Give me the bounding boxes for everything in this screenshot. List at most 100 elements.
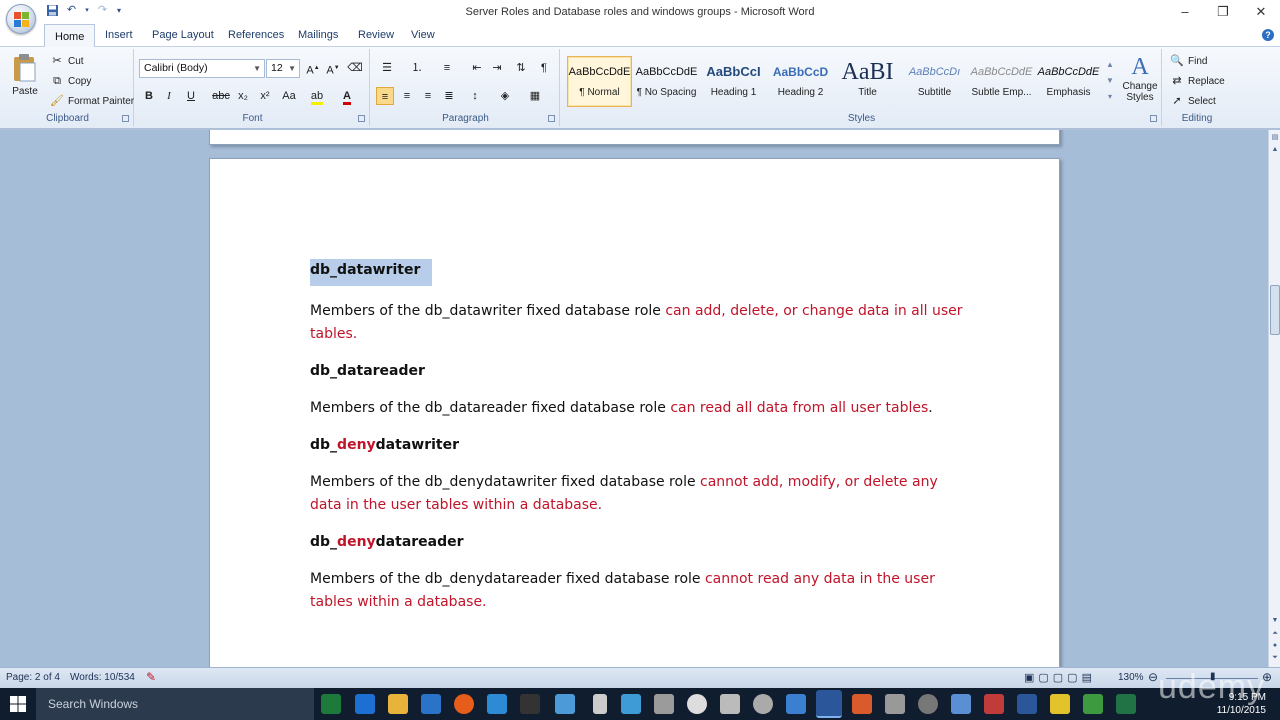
change-case-icon[interactable]: Aa [278, 87, 300, 105]
replace-button[interactable]: ⇄ Replace [1170, 74, 1224, 88]
style-normal[interactable]: AaBbCcDdE ¶ Normal [567, 56, 632, 107]
show-formatting-icon[interactable]: ¶ [535, 59, 553, 77]
tab-references[interactable]: References [228, 29, 284, 41]
heading-db-denydatawriter[interactable]: db_denydatawriter [310, 434, 970, 457]
outlook-icon[interactable] [487, 694, 507, 714]
style-title[interactable]: AaBI Title [835, 56, 900, 107]
scroll-down-icon[interactable]: ▼ [1270, 615, 1280, 626]
paragraph[interactable]: Members of the db_denydatareader fixed d… [310, 568, 970, 614]
style-no-spacing[interactable]: AaBbCcDdE ¶ No Spacing [634, 56, 699, 107]
tab-insert[interactable]: Insert [105, 29, 133, 41]
app-icon[interactable] [1083, 694, 1103, 714]
previous-page-icon[interactable]: ⏶ [1270, 628, 1280, 639]
app-icon[interactable] [786, 694, 806, 714]
paragraph[interactable]: Members of the db_datareader fixed datab… [310, 397, 970, 420]
paragraph[interactable]: Members of the db_denydatawriter fixed d… [310, 471, 970, 517]
bold-icon[interactable]: B [140, 87, 158, 105]
app-icon[interactable] [654, 694, 674, 714]
font-name-combo[interactable]: Calibri (Body) ▼ [139, 59, 265, 78]
select-button[interactable]: ➚ Select [1170, 94, 1215, 108]
app-icon[interactable] [951, 694, 971, 714]
app-icon[interactable] [621, 694, 641, 714]
borders-icon[interactable]: ▦ [526, 87, 544, 105]
change-styles-button[interactable]: A Change Styles [1120, 53, 1160, 103]
app-icon[interactable] [852, 694, 872, 714]
document-page[interactable]: db_datawriter Members of the db_datawrit… [209, 158, 1060, 667]
style-heading-2[interactable]: AaBbCcD Heading 2 [768, 56, 833, 107]
decrease-indent-icon[interactable]: ⇤ [468, 59, 486, 77]
view-buttons-icon[interactable]: ▣▢▢▢▤ [1024, 671, 1096, 684]
sort-icon[interactable]: ⇅ [512, 59, 530, 77]
styles-scroll-icon[interactable]: ▲ ▼ ▾ [1104, 57, 1116, 107]
tab-review[interactable]: Review [358, 29, 394, 41]
page-count[interactable]: Page: 2 of 4 [6, 672, 60, 683]
align-center-icon[interactable]: ≡ [398, 87, 416, 105]
start-button[interactable] [0, 688, 36, 720]
cut-button[interactable]: ✂ Cut [50, 54, 83, 68]
heading-db-datareader[interactable]: db_datareader [310, 360, 970, 383]
next-page-icon[interactable]: ⏷ [1270, 652, 1280, 663]
styles-launcher-icon[interactable] [1150, 115, 1157, 122]
highlight-icon[interactable]: ab [308, 87, 326, 105]
font-color-icon[interactable]: A [338, 87, 356, 105]
firefox-icon[interactable] [454, 694, 474, 714]
line-spacing-icon[interactable]: ↕ [466, 87, 484, 105]
font-size-combo[interactable]: 12 ▼ [266, 59, 300, 78]
camtasia-icon[interactable] [321, 694, 341, 714]
app-icon[interactable] [1017, 694, 1037, 714]
taskbar-search[interactable]: Search Windows [36, 688, 314, 720]
app-icon[interactable] [885, 694, 905, 714]
cmd-icon[interactable] [520, 694, 540, 714]
document-text[interactable]: db_datawriter Members of the db_datawrit… [310, 259, 970, 628]
shrink-font-icon[interactable]: A▼ [324, 59, 342, 77]
word-count[interactable]: Words: 10/534 [70, 672, 135, 683]
superscript-icon[interactable]: x² [256, 87, 274, 105]
file-explorer-icon[interactable] [388, 694, 408, 714]
ruler-icon[interactable]: ▤ [1270, 132, 1280, 143]
settings-icon[interactable] [753, 694, 773, 714]
store-icon[interactable] [421, 694, 441, 714]
heading-db-denydatareader[interactable]: db_denydatareader [310, 531, 970, 554]
style-emphasis[interactable]: AaBbCcDdE Emphasis [1036, 56, 1101, 107]
align-right-icon[interactable]: ≡ [419, 87, 437, 105]
find-button[interactable]: 🔍 Find [1170, 54, 1207, 68]
app-icon[interactable] [555, 694, 575, 714]
align-left-icon[interactable]: ≡ [376, 87, 394, 105]
office-button[interactable] [6, 4, 36, 34]
proofing-icon[interactable]: ✎ [146, 670, 156, 684]
restore-button[interactable]: ❐ [1204, 0, 1242, 24]
style-heading-1[interactable]: AaBbCcI Heading 1 [701, 56, 766, 107]
heading-db-datawriter[interactable]: db_datawriter [310, 259, 433, 286]
scroll-up-icon[interactable]: ▲ [1270, 144, 1280, 155]
shading-icon[interactable]: ◈ [496, 87, 514, 105]
paragraph-launcher-icon[interactable] [548, 115, 555, 122]
help-icon[interactable]: ? [1262, 29, 1274, 41]
excel-icon[interactable] [1116, 694, 1136, 714]
font-launcher-icon[interactable] [358, 115, 365, 122]
vertical-scrollbar[interactable]: ▤ ▲ ▼ ⏶ ● ⏷ [1268, 130, 1280, 667]
tab-page-layout[interactable]: Page Layout [152, 29, 214, 41]
edge-icon[interactable] [355, 694, 375, 714]
strikethrough-icon[interactable]: abc [212, 87, 230, 105]
format-painter-button[interactable]: 🖌 Format Painter [50, 94, 134, 108]
tab-home[interactable]: Home [44, 24, 96, 48]
copy-button[interactable]: ⧉ Copy [50, 74, 91, 88]
style-subtitle[interactable]: AaBbCcDı Subtitle [902, 56, 967, 107]
microphone-icon[interactable] [593, 694, 607, 714]
multilevel-list-icon[interactable]: ≡ [438, 59, 456, 77]
select-browse-object-icon[interactable]: ● [1270, 640, 1280, 651]
close-button[interactable]: ✕ [1242, 0, 1280, 24]
paragraph[interactable]: Members of the db_datawriter fixed datab… [310, 300, 970, 346]
grow-font-icon[interactable]: A▲ [304, 59, 322, 77]
style-subtle-emphasis[interactable]: AaBbCcDdE Subtle Emp... [969, 56, 1034, 107]
bullets-icon[interactable]: ☰ [378, 59, 396, 77]
app-icon[interactable] [1050, 694, 1070, 714]
zoom-out-icon[interactable]: ⊖ [1148, 670, 1158, 684]
tab-mailings[interactable]: Mailings [298, 29, 338, 41]
app-icon[interactable] [984, 694, 1004, 714]
calculator-icon[interactable] [720, 694, 740, 714]
word-icon[interactable] [816, 690, 842, 718]
clipboard-launcher-icon[interactable] [122, 115, 129, 122]
justify-icon[interactable]: ≣ [440, 87, 458, 105]
scroll-thumb[interactable] [1270, 285, 1280, 335]
